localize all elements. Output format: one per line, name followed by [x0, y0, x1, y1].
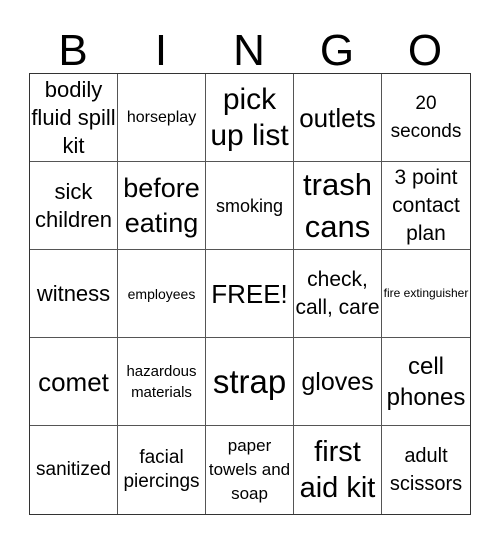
bingo-cell[interactable]: check, call, care — [294, 250, 382, 338]
bingo-cell[interactable]: sick children — [30, 162, 118, 250]
cell-label: horseplay — [126, 108, 197, 126]
cell-label: pick up list — [210, 82, 289, 152]
bingo-cell[interactable]: 20 seconds — [382, 74, 470, 162]
bingo-cell[interactable]: adult scissors — [382, 426, 470, 514]
header-letter-g: G — [319, 26, 355, 75]
bingo-cell[interactable]: first aid kit — [294, 426, 382, 514]
cell-label: sanitized — [36, 459, 111, 480]
header-letter-n: N — [233, 26, 265, 75]
bingo-cell[interactable]: sanitized — [30, 426, 118, 514]
cell-label: comet — [38, 366, 109, 397]
cell-label: bodily fluid spill kit — [31, 76, 116, 158]
bingo-cell[interactable]: bodily fluid spill kit — [30, 74, 118, 162]
bingo-cell[interactable]: outlets — [294, 74, 382, 162]
bingo-cell[interactable]: comet — [30, 338, 118, 426]
cell-label: 3 point contact plan — [392, 165, 460, 245]
cell-label: first aid kit — [299, 436, 376, 504]
cell-label: outlets — [299, 102, 376, 133]
cell-label: gloves — [301, 367, 374, 396]
bingo-cell[interactable]: gloves — [294, 338, 382, 426]
bingo-cell[interactable]: 3 point contact plan — [382, 162, 470, 250]
bingo-cell[interactable]: horseplay — [118, 74, 206, 162]
cell-label: paper towels and soap — [208, 436, 291, 503]
cell-label: fire extinguisher — [383, 286, 469, 300]
header-letter-i: I — [154, 26, 168, 75]
bingo-cell[interactable]: facial piercings — [118, 426, 206, 514]
cell-label: facial piercings — [123, 447, 200, 492]
bingo-cell[interactable]: smoking — [206, 162, 294, 250]
cell-label: employees — [127, 285, 196, 302]
cell-label: strap — [212, 362, 287, 400]
cell-label: before eating — [123, 172, 200, 238]
cell-label: FREE! — [211, 278, 288, 309]
cell-label: adult scissors — [389, 445, 463, 495]
cell-label: trash cans — [303, 166, 372, 244]
cell-label: hazardous materials — [126, 362, 197, 401]
bingo-cell[interactable]: paper towels and soap — [206, 426, 294, 514]
bingo-header: B I N G O — [29, 28, 469, 73]
bingo-cell[interactable]: hazardous materials — [118, 338, 206, 426]
free-space-cell[interactable]: FREE! — [206, 250, 294, 338]
bingo-cell[interactable]: strap — [206, 338, 294, 426]
cell-label: 20 seconds — [390, 92, 462, 142]
bingo-cell[interactable]: trash cans — [294, 162, 382, 250]
bingo-cell[interactable]: pick up list — [206, 74, 294, 162]
header-letter-o: O — [407, 26, 443, 75]
bingo-grid: bodily fluid spill kit horseplay pick up l… — [29, 73, 471, 515]
cell-label: smoking — [215, 195, 284, 216]
cell-label: cell phones — [386, 352, 466, 411]
bingo-cell[interactable]: cell phones — [382, 338, 470, 426]
bingo-cell[interactable]: witness — [30, 250, 118, 338]
bingo-cell[interactable]: before eating — [118, 162, 206, 250]
cell-label: check, call, care — [295, 267, 380, 319]
cell-label: witness — [36, 280, 111, 306]
header-letter-b: B — [58, 26, 88, 75]
bingo-cell[interactable]: employees — [118, 250, 206, 338]
cell-label: sick children — [34, 178, 113, 232]
bingo-cell[interactable]: fire extinguisher — [382, 250, 470, 338]
